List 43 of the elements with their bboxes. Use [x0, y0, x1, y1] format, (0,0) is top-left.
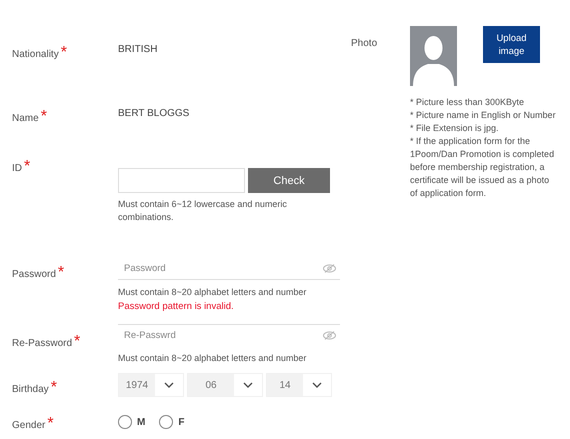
- upload-image-button[interactable]: Upload image: [483, 26, 540, 63]
- field-label: Birthday: [12, 384, 49, 395]
- error-message: Password pattern is invalid.: [118, 300, 235, 314]
- radio-option[interactable]: F: [159, 415, 184, 429]
- id-input-field[interactable]: [118, 168, 245, 193]
- photo-label: Photo: [350, 37, 378, 51]
- chevron-down-icon: [243, 382, 253, 388]
- photo-note: * Picture less than 300KByte: [410, 96, 526, 109]
- chevron-down-icon: [164, 382, 174, 388]
- required-mark: *: [47, 415, 54, 432]
- hint-text: Must contain 8~20 alphabet letters and number: [118, 286, 308, 299]
- eye-off-icon[interactable]: [323, 331, 336, 340]
- eye-off-icon[interactable]: [323, 264, 336, 273]
- required-mark: *: [74, 333, 80, 350]
- hint-text: Must contain 8~20 alphabet letters and number: [118, 352, 308, 365]
- field-label: Gender: [12, 420, 46, 431]
- required-mark: *: [58, 264, 64, 281]
- date-select[interactable]: 06: [187, 373, 263, 397]
- field-value: BERT BLOGGS: [118, 107, 190, 121]
- radio-button[interactable]: [118, 415, 132, 429]
- photo-note: * If the application form for the 1Poom/Dan Promotion is completed before membership registration, a certificate will be issued as a photo of application form.: [410, 135, 556, 200]
- field-value: BRITISH: [118, 43, 158, 57]
- field-label: ID: [12, 163, 22, 174]
- field-label: Re-Password: [12, 338, 72, 349]
- field-label: Name: [12, 113, 39, 124]
- password-field[interactable]: Password: [124, 263, 323, 274]
- required-mark: *: [60, 44, 67, 61]
- password-field[interactable]: Re-Passwrd: [124, 330, 323, 341]
- radio-button[interactable]: [159, 415, 174, 429]
- required-mark: *: [40, 108, 47, 125]
- required-mark: *: [50, 379, 57, 396]
- avatar-placeholder-icon: [410, 26, 457, 86]
- radio-option[interactable]: M: [118, 415, 146, 429]
- required-mark: *: [24, 158, 30, 175]
- field-label: Nationality: [12, 49, 59, 60]
- date-select[interactable]: 1974: [118, 373, 184, 397]
- hint-text: Must contain 6~12 lowercase and numeric combinations.: [118, 198, 288, 224]
- field-label: Password: [12, 269, 56, 280]
- date-select[interactable]: 14: [266, 373, 332, 397]
- check-button[interactable]: Check: [248, 168, 330, 193]
- photo-note: * File Extension is jpg.: [410, 122, 500, 135]
- photo-note: * Picture name in English or Number: [410, 109, 557, 122]
- chevron-down-icon: [312, 382, 322, 388]
